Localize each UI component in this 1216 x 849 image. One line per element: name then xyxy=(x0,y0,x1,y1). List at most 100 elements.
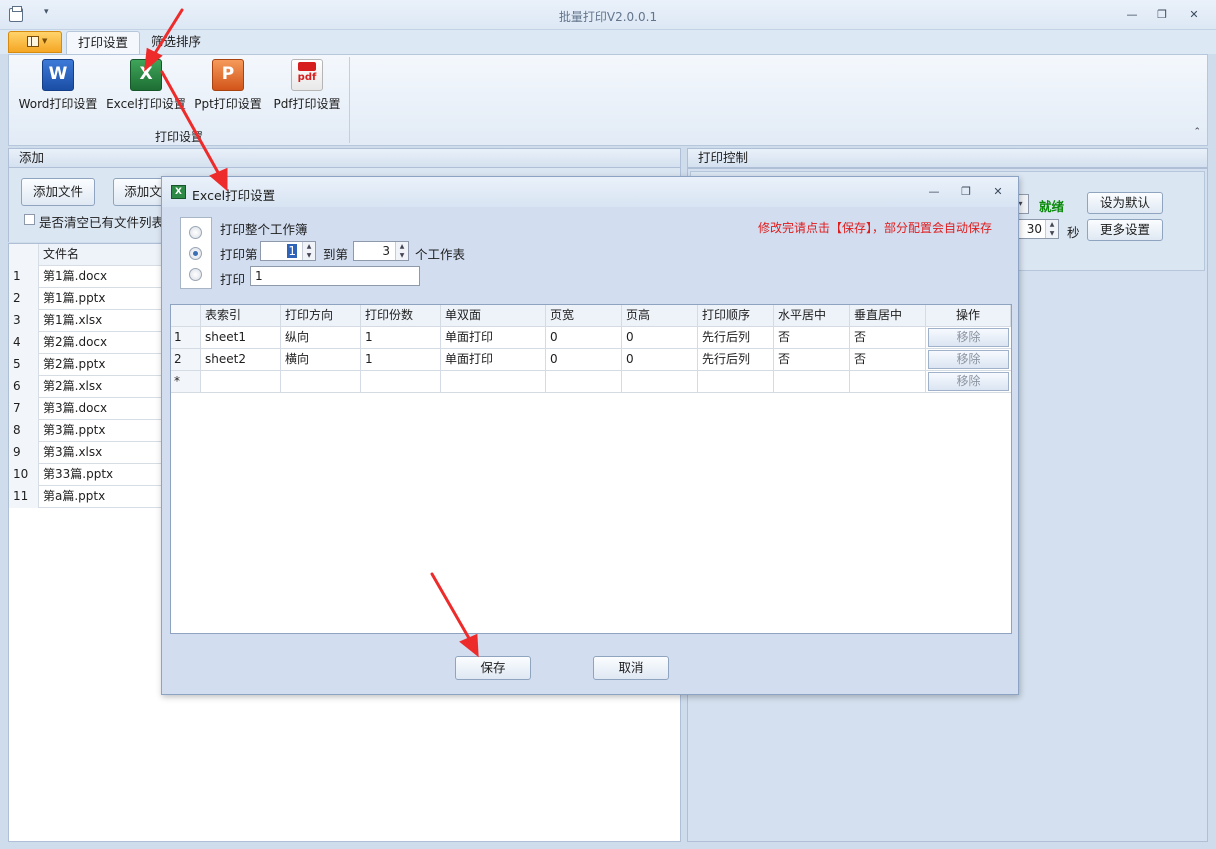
table-row[interactable]: 9 第3篇.xlsx xyxy=(9,442,169,464)
stepper-arrows-icon[interactable]: ▲ ▼ xyxy=(302,242,315,260)
table-cell[interactable]: 否 xyxy=(774,349,850,370)
ribbon-group-label: 打印设置 xyxy=(154,130,203,144)
table-row[interactable]: 4 第2篇.docx xyxy=(9,332,169,354)
table-cell[interactable]: 0 xyxy=(622,349,698,370)
dialog-close-icon[interactable]: ✕ xyxy=(988,184,1008,200)
option-whole-label: 打印整个工作簿 xyxy=(220,222,308,237)
table-cell[interactable]: 纵向 xyxy=(281,327,361,348)
print-control-header: 打印控制 xyxy=(687,148,1208,168)
print-pages-input[interactable]: 1 xyxy=(250,266,420,286)
cancel-button[interactable]: 取消 xyxy=(593,656,669,680)
chevron-down-icon: ▼ xyxy=(42,37,48,45)
range-to-value: 3 xyxy=(382,244,390,258)
radio-print-specific[interactable] xyxy=(189,268,202,281)
table-row[interactable]: 7 第3篇.docx xyxy=(9,398,169,420)
table-row[interactable]: * 移除 xyxy=(171,371,1011,393)
table-cell[interactable]: 否 xyxy=(850,349,926,370)
excel-icon: X xyxy=(171,185,186,199)
table-cell[interactable]: 0 xyxy=(546,349,622,370)
table-cell[interactable] xyxy=(698,371,774,392)
table-row[interactable]: 8 第3篇.pptx xyxy=(9,420,169,442)
table-row[interactable]: 2 sheet2 横向 1 单面打印 0 0 先行后列否否移除 xyxy=(171,349,1011,371)
minimize-icon[interactable]: — xyxy=(1122,7,1142,23)
row-index: * xyxy=(171,371,201,392)
save-button[interactable]: 保存 xyxy=(455,656,531,680)
word-settings-button[interactable]: W Word打印设置 xyxy=(17,59,99,117)
stepper-arrows-icon[interactable]: ▲ ▼ xyxy=(1045,220,1058,238)
table-cell[interactable]: sheet1 xyxy=(201,327,281,348)
table-row[interactable]: 10 第33篇.pptx xyxy=(9,464,169,486)
file-name: 第33篇.pptx xyxy=(43,467,114,481)
table-cell[interactable]: 先行后列 xyxy=(698,327,774,348)
pdf-settings-label: Pdf打印设置 xyxy=(273,97,341,111)
table-cell[interactable]: 先行后列 xyxy=(698,349,774,370)
table-cell[interactable] xyxy=(622,371,698,392)
table-row[interactable]: 5 第2篇.pptx xyxy=(9,354,169,376)
dialog-title-bar: X Excel打印设置 — ❐ ✕ xyxy=(162,177,1018,207)
remove-row-button[interactable]: 移除 xyxy=(928,350,1009,369)
set-default-button[interactable]: 设为默认 xyxy=(1087,192,1163,214)
table-row[interactable]: 6 第2篇.xlsx xyxy=(9,376,169,398)
table-cell[interactable]: 0 xyxy=(622,327,698,348)
ppt-settings-label: Ppt打印设置 xyxy=(194,97,262,111)
table-cell[interactable]: 1 xyxy=(361,349,441,370)
add-file-button[interactable]: 添加文件 xyxy=(21,178,95,206)
column-header: 垂直居中 xyxy=(850,305,926,326)
ppt-settings-button[interactable]: P Ppt打印设置 xyxy=(191,59,265,117)
radio-sheet-range[interactable] xyxy=(189,247,202,260)
tab-filter-sort[interactable]: 筛选排序 xyxy=(140,31,212,54)
range-from-value: 1 xyxy=(287,244,297,258)
row-index: 6 xyxy=(9,376,39,398)
remove-row-button[interactable]: 移除 xyxy=(928,328,1009,347)
table-cell[interactable] xyxy=(281,371,361,392)
table-row[interactable]: 1 第1篇.docx xyxy=(9,266,169,288)
table-cell[interactable]: 单面打印 xyxy=(441,349,546,370)
close-icon[interactable]: ✕ xyxy=(1184,7,1204,23)
table-row[interactable]: 3 第1篇.xlsx xyxy=(9,310,169,332)
excel-icon: X xyxy=(130,59,162,91)
range-to-stepper[interactable]: 3 ▲ ▼ xyxy=(353,241,409,261)
column-header: 操作 xyxy=(926,305,1011,326)
remove-row-button[interactable]: 移除 xyxy=(928,372,1009,391)
column-header: 水平居中 xyxy=(774,305,850,326)
table-cell[interactable] xyxy=(850,371,926,392)
column-header: 页宽 xyxy=(546,305,622,326)
table-row[interactable]: 2 第1篇.pptx xyxy=(9,288,169,310)
table-cell[interactable] xyxy=(546,371,622,392)
table-cell[interactable]: 横向 xyxy=(281,349,361,370)
pdf-settings-button[interactable]: pdf Pdf打印设置 xyxy=(271,59,343,117)
more-settings-button[interactable]: 更多设置 xyxy=(1087,219,1163,241)
dialog-maximize-icon[interactable]: ❐ xyxy=(956,184,976,200)
table-cell[interactable] xyxy=(441,371,546,392)
table-cell[interactable] xyxy=(201,371,281,392)
range-suffix-label: 个工作表 xyxy=(415,247,466,262)
table-cell[interactable]: 否 xyxy=(850,327,926,348)
row-index: 5 xyxy=(9,354,39,376)
tab-print-settings[interactable]: 打印设置 xyxy=(66,31,141,54)
ppt-icon: P xyxy=(212,59,244,91)
interval-stepper[interactable]: 30 ▲ ▼ xyxy=(1017,219,1059,239)
table-cell[interactable]: 否 xyxy=(774,327,850,348)
range-from-stepper[interactable]: 1 ▲ ▼ xyxy=(260,241,316,261)
app-menu-button[interactable]: ▼ xyxy=(8,31,62,53)
print-label: 打印 xyxy=(220,272,246,287)
collapse-ribbon-icon[interactable]: ⌃ xyxy=(1193,127,1201,137)
dialog-minimize-icon[interactable]: — xyxy=(924,184,944,200)
table-cell[interactable]: sheet2 xyxy=(201,349,281,370)
table-cell[interactable] xyxy=(774,371,850,392)
table-row[interactable]: 1 sheet1 纵向 1 单面打印 0 0 先行后列否否移除 xyxy=(171,327,1011,349)
excel-settings-button[interactable]: X Excel打印设置 xyxy=(105,59,187,117)
table-row[interactable]: 11 第a篇.pptx xyxy=(9,486,169,508)
table-cell[interactable]: 0 xyxy=(546,327,622,348)
table-cell[interactable] xyxy=(361,371,441,392)
file-name: 第2篇.xlsx xyxy=(43,379,103,393)
stepper-arrows-icon[interactable]: ▲ ▼ xyxy=(395,242,408,260)
file-name: 第1篇.xlsx xyxy=(43,313,103,327)
ribbon-group-separator xyxy=(349,57,350,143)
maximize-icon[interactable]: ❐ xyxy=(1152,7,1172,23)
clear-list-checkbox[interactable] xyxy=(24,214,35,225)
radio-whole-workbook[interactable] xyxy=(189,226,202,239)
table-cell[interactable]: 1 xyxy=(361,327,441,348)
column-header-filename: 文件名 xyxy=(43,247,80,261)
table-cell[interactable]: 单面打印 xyxy=(441,327,546,348)
